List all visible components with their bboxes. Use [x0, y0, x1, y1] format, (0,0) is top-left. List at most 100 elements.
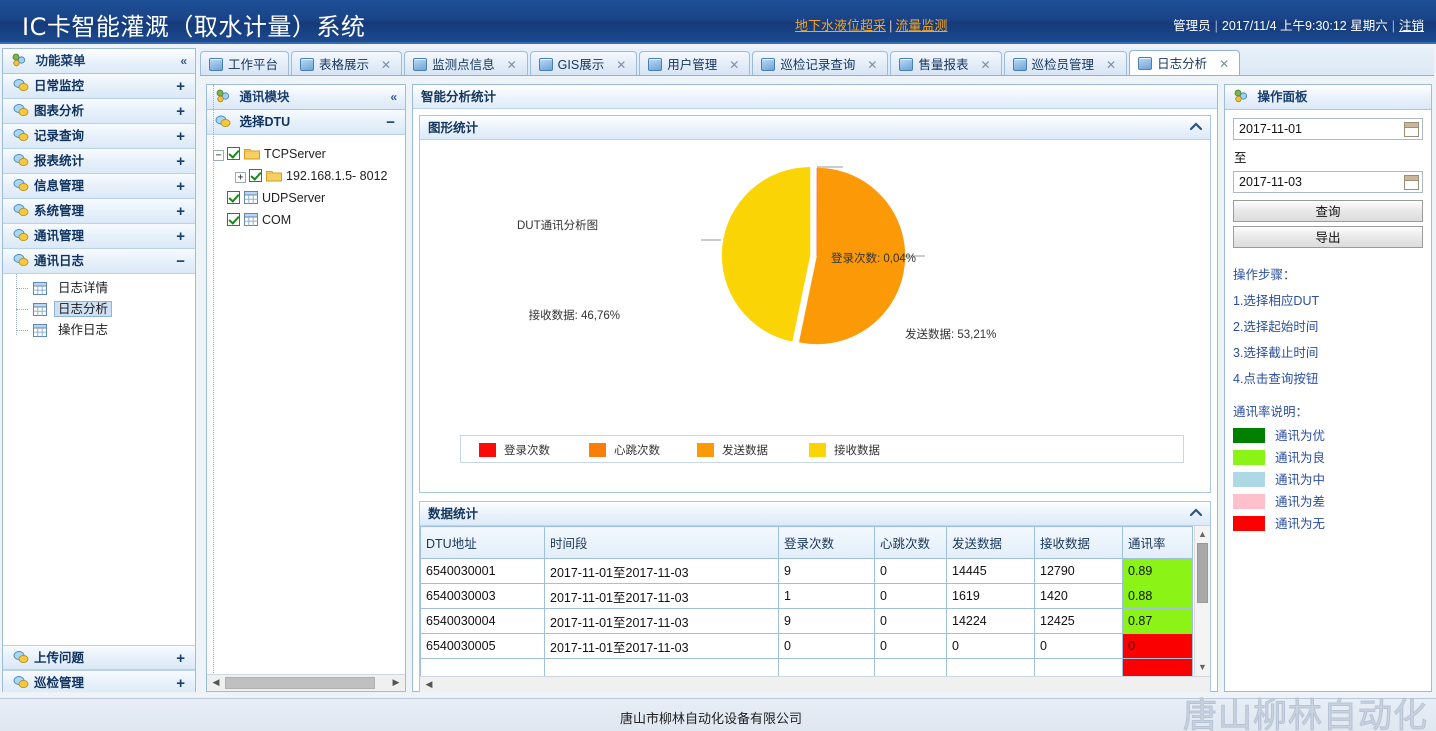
select-dtu-header[interactable]: 选择DTU −	[207, 110, 405, 135]
sidebar-subitem-2[interactable]: 日志分析	[16, 299, 195, 320]
table-cell: 0	[874, 608, 947, 634]
sidebar-group-5[interactable]: 信息管理 +	[3, 174, 195, 199]
sidebar-collapse-icon[interactable]: «	[180, 49, 187, 74]
tab-9[interactable]: 日志分析 ✕	[1129, 50, 1241, 75]
tab-2[interactable]: 表格展示 ✕	[291, 51, 403, 75]
start-date-input[interactable]	[1234, 119, 1394, 139]
tree-checkbox[interactable]	[249, 169, 262, 182]
table-row[interactable]: 6540030003 2017-11-01至2017-11-03 1 0 1619 142…	[420, 583, 1193, 609]
tab-icon	[761, 58, 776, 71]
sidebar-group-8[interactable]: 通讯日志 −	[3, 249, 195, 274]
tab-7[interactable]: 售量报表 ✕	[890, 51, 1002, 75]
tab-icon	[648, 58, 663, 71]
tab-8[interactable]: 巡检员管理 ✕	[1003, 51, 1128, 75]
operation-step-4: 4.点击查询按钮	[1233, 372, 1319, 386]
tree-checkbox[interactable]	[227, 147, 240, 160]
header-user-info: 管理员 | 2017/11/4 上午9:30:12 星期六 | 注销	[1173, 15, 1424, 34]
header-quick-links: 地下水液位超采 | 流量监测	[795, 15, 947, 34]
sidebar-group-toggle[interactable]: +	[176, 174, 185, 199]
tree-expander-icon[interactable]: +	[235, 172, 246, 183]
table-col-header-6[interactable]: 接收数据	[1034, 526, 1123, 559]
table-scroll-left-arrow[interactable]: ◀	[421, 677, 437, 693]
sidebar-group-toggle[interactable]: −	[176, 249, 185, 274]
table-col-header-2[interactable]: 时间段	[544, 526, 779, 559]
end-date-input[interactable]	[1234, 172, 1394, 192]
scroll-left-arrow[interactable]: ◀	[208, 675, 224, 691]
tree-expander-icon[interactable]: −	[213, 150, 224, 161]
table-col-header-3[interactable]: 登录次数	[778, 526, 875, 559]
end-date-field[interactable]	[1233, 171, 1423, 193]
table-col-header-5[interactable]: 发送数据	[946, 526, 1035, 559]
select-dtu-toggle[interactable]: −	[386, 110, 395, 135]
tab-3[interactable]: 监测点信息 ✕	[404, 51, 528, 75]
sidebar-group-2[interactable]: 图表分析 +	[3, 99, 195, 124]
tab-close-icon[interactable]: ✕	[729, 52, 739, 75]
tab-6[interactable]: 巡检记录查询 ✕	[752, 51, 889, 75]
table-vscrollbar[interactable]: ▲ ▼	[1194, 526, 1210, 676]
calendar-icon-end[interactable]	[1404, 175, 1419, 190]
table-row[interactable]: 6540030005 2017-11-01至2017-11-03 0 0 0 0 0	[420, 633, 1193, 659]
sidebar-group-toggle[interactable]: +	[176, 646, 185, 671]
sidebar-group-7[interactable]: 通讯管理 +	[3, 224, 195, 249]
start-date-field[interactable]	[1233, 118, 1423, 140]
scroll-down-arrow[interactable]: ▼	[1195, 660, 1210, 675]
table-row[interactable]: 6540030004 2017-11-01至2017-11-03 9 0 14224 12…	[420, 608, 1193, 634]
tab-close-icon[interactable]: ✕	[1219, 51, 1229, 75]
vscroll-thumb[interactable]	[1197, 543, 1208, 603]
table-col-header-4[interactable]: 心跳次数	[874, 526, 947, 559]
tree-node-2[interactable]: +192.168.1.5- 8012	[213, 165, 401, 187]
table-row[interactable]: 6540030001 2017-11-01至2017-11-03 9 0 14445 12…	[420, 558, 1193, 584]
tree-node-1[interactable]: − TCPServer	[213, 143, 401, 165]
link-flow-monitoring[interactable]: 流量监测	[895, 18, 947, 33]
sidebar-group-3[interactable]: 记录查询 +	[3, 124, 195, 149]
rate-legend-label: 通讯为中	[1275, 473, 1326, 487]
export-button[interactable]: 导出	[1233, 226, 1423, 248]
tab-close-icon[interactable]: ✕	[616, 52, 626, 75]
tab-close-icon[interactable]: ✕	[381, 52, 391, 75]
rate-legend-label: 通讯为优	[1275, 429, 1326, 443]
table-col-header-1[interactable]: DTU地址	[420, 526, 545, 559]
sidebar-subitem-1[interactable]: 日志详情	[16, 278, 195, 299]
sidebar-group-toggle[interactable]: +	[176, 74, 185, 99]
table-cell: 2017-11-01至2017-11-03	[544, 608, 779, 634]
footer-bar: 唐山市柳林自动化设备有限公司 唐山柳林自动化	[0, 696, 1436, 731]
sidebar-group-toggle[interactable]: +	[176, 224, 185, 249]
query-button[interactable]: 查询	[1233, 200, 1423, 222]
tree-node-4[interactable]: COM	[213, 209, 401, 231]
tab-close-icon[interactable]: ✕	[507, 52, 517, 75]
tab-1[interactable]: 工作平台	[200, 51, 290, 75]
tab-5[interactable]: 用户管理 ✕	[639, 51, 751, 75]
tab-label: 监测点信息	[432, 58, 495, 72]
chart-card-collapse-icon[interactable]	[1189, 116, 1203, 140]
sidebar-group-6[interactable]: 系统管理 +	[3, 199, 195, 224]
tab-close-icon[interactable]: ✕	[867, 52, 877, 75]
calendar-icon-start[interactable]	[1404, 122, 1419, 137]
sidebar-group-1[interactable]: 日常监控 +	[3, 74, 195, 99]
scroll-right-arrow[interactable]: ▶	[388, 675, 404, 691]
link-groundwater-overdraft[interactable]: 地下水液位超采	[795, 18, 886, 33]
comm-panel-collapse-icon[interactable]: «	[390, 85, 397, 110]
sidebar-subitem-3[interactable]: 操作日志	[16, 320, 195, 341]
table-row-partial[interactable]	[420, 658, 1193, 676]
scroll-up-arrow[interactable]: ▲	[1195, 527, 1210, 542]
sidebar-group-toggle[interactable]: +	[176, 124, 185, 149]
hscroll-thumb[interactable]	[225, 677, 375, 689]
tab-bar[interactable]: 工作平台 表格展示 ✕ 监测点信息 ✕ GIS展示 ✕ 用户管理 ✕ 巡检记录查询 ✕ 售量报表 ✕ 巡检…	[200, 48, 1434, 76]
logout-link[interactable]: 注销	[1399, 19, 1424, 33]
comm-panel-hscrollbar[interactable]: ◀ ▶	[207, 674, 405, 691]
sidebar-group-4[interactable]: 报表统计 +	[3, 149, 195, 174]
tree-checkbox[interactable]	[227, 191, 240, 204]
sidebar-group-toggle[interactable]: +	[176, 199, 185, 224]
tab-4[interactable]: GIS展示 ✕	[529, 51, 638, 75]
legend-item-4: 接收数据	[809, 442, 880, 458]
tab-close-icon[interactable]: ✕	[1106, 52, 1116, 75]
tree-checkbox[interactable]	[227, 213, 240, 226]
table-card-collapse-icon[interactable]	[1189, 502, 1203, 526]
sidebar-group-toggle[interactable]: +	[176, 149, 185, 174]
sidebar-bottom-group-1[interactable]: 上传问题 +	[3, 645, 195, 670]
tab-close-icon[interactable]: ✕	[980, 52, 990, 75]
sidebar-group-toggle[interactable]: +	[176, 99, 185, 124]
table-col-header-7[interactable]: 通讯率	[1122, 526, 1193, 559]
table-hscrollbar[interactable]: ◀	[420, 676, 1210, 692]
tree-node-3[interactable]: UDPServer	[213, 187, 401, 209]
